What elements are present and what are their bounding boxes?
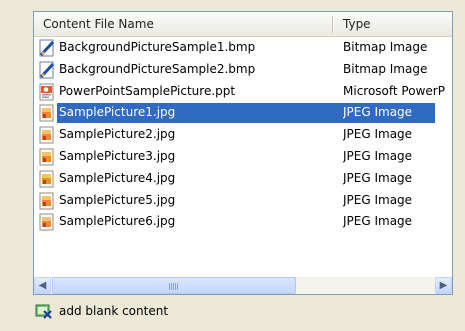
file-name: SamplePicture4.jpg (59, 170, 176, 185)
add-blank-content-label: add blank content (59, 304, 169, 318)
list-item[interactable]: SamplePicture4.jpg JPEG Image (34, 168, 452, 190)
list-item[interactable]: SamplePicture3.jpg JPEG Image (34, 146, 452, 168)
file-name: SamplePicture2.jpg (59, 127, 176, 142)
list-rows: BackgroundPictureSample1.bmp Bitmap Image… (34, 37, 452, 233)
jpeg-file-icon (38, 104, 56, 122)
list-item[interactable]: SamplePicture6.jpg JPEG Image (34, 211, 452, 233)
arrow-right-icon[interactable]: ▶ (435, 277, 452, 294)
file-type: JPEG Image (343, 105, 413, 120)
file-name: SamplePicture3.jpg (59, 148, 176, 163)
powerpoint-file-icon (38, 83, 56, 101)
file-type: JPEG Image (343, 214, 413, 229)
jpeg-file-icon (38, 126, 56, 144)
scrollbar-thumb[interactable] (52, 277, 296, 294)
file-type: JPEG Image (343, 170, 413, 185)
add-blank-content-icon (35, 304, 52, 319)
jpeg-file-icon (38, 170, 56, 188)
file-type: JPEG Image (343, 192, 413, 207)
file-name: SamplePicture1.jpg (59, 105, 176, 120)
file-name: PowerPointSamplePicture.ppt (59, 83, 236, 98)
file-name: SamplePicture5.jpg (59, 192, 176, 207)
list-header: Content File Name Type (34, 12, 452, 37)
content-file-list[interactable]: Content File Name Type BackgroundPicture… (33, 11, 453, 295)
list-item[interactable]: BackgroundPictureSample1.bmp Bitmap Image (34, 37, 452, 59)
jpeg-file-icon (38, 192, 56, 210)
horizontal-scrollbar[interactable]: ◀ ▶ (34, 277, 452, 294)
bitmap-file-icon (38, 61, 56, 79)
file-name: BackgroundPictureSample1.bmp (59, 40, 256, 54)
file-name: BackgroundPictureSample2.bmp (59, 61, 256, 76)
arrow-left-icon[interactable]: ◀ (34, 277, 51, 294)
list-item[interactable]: PowerPointSamplePicture.ppt Microsoft Pow… (34, 81, 452, 103)
column-header-type[interactable]: Type (343, 12, 443, 35)
list-item[interactable]: SamplePicture5.jpg JPEG Image (34, 190, 452, 212)
file-type: Bitmap Image (343, 40, 428, 54)
content-panel: Content File Name Type BackgroundPicture… (0, 0, 465, 331)
bitmap-file-icon (38, 39, 56, 57)
scrollbar-grip (169, 283, 179, 290)
list-item[interactable]: BackgroundPictureSample2.bmp Bitmap Image (34, 59, 452, 81)
file-type: Microsoft PowerP (343, 83, 445, 98)
file-type: JPEG Image (343, 127, 413, 142)
jpeg-file-icon (38, 213, 56, 231)
list-item[interactable]: SamplePicture1.jpg JPEG Image (34, 102, 452, 124)
jpeg-file-icon (38, 148, 56, 166)
file-type: Bitmap Image (343, 61, 428, 76)
file-name: SamplePicture6.jpg (59, 214, 176, 229)
list-item[interactable]: SamplePicture2.jpg JPEG Image (34, 124, 452, 146)
column-divider[interactable] (332, 16, 334, 33)
column-header-content-file-name[interactable]: Content File Name (43, 12, 323, 35)
file-type: JPEG Image (343, 148, 413, 163)
